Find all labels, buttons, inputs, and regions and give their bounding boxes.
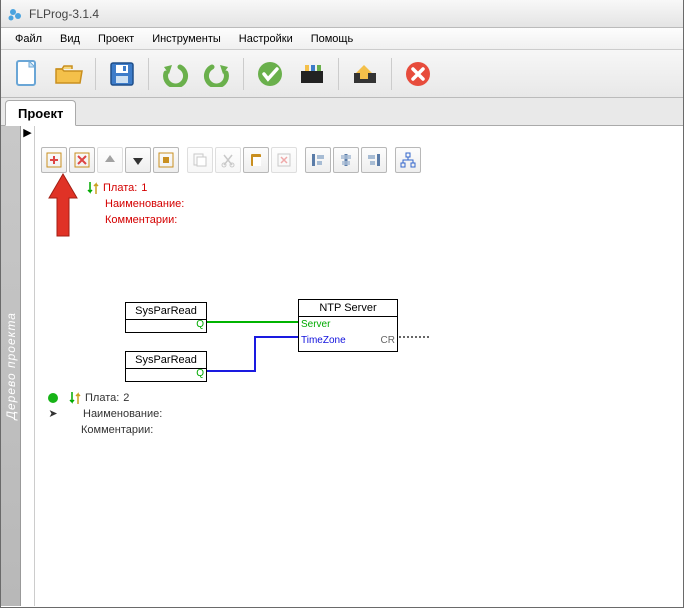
menu-project[interactable]: Проект <box>90 31 142 47</box>
move-down-button[interactable] <box>125 147 151 173</box>
menu-file[interactable]: Файл <box>7 31 50 47</box>
pin-timezone[interactable]: TimeZone <box>301 335 346 346</box>
status-dot-icon <box>47 392 59 404</box>
toolbar-separator <box>338 58 339 90</box>
tab-project[interactable]: Проект <box>5 100 76 126</box>
pin-cr[interactable]: CR <box>381 335 395 346</box>
board1-comment-label: Комментарии: <box>105 212 177 228</box>
cut-button[interactable] <box>215 147 241 173</box>
check-button[interactable] <box>252 56 288 92</box>
app-window: FLProg-3.1.4 Файл Вид Проект Инструменты… <box>0 0 684 608</box>
toolbar-separator <box>95 58 96 90</box>
sidebar-label: Дерево проекта <box>4 312 18 419</box>
menu-help[interactable]: Помощь <box>303 31 362 47</box>
block-title: SysParRead <box>126 352 206 369</box>
upload-button[interactable] <box>347 56 383 92</box>
board1-name-label: Наименование: <box>105 196 184 212</box>
canvas[interactable]: Плата: 1 Наименование: Комментарии: <box>35 126 683 606</box>
board2-plate-label: Плата: <box>85 390 119 406</box>
redo-button[interactable] <box>199 56 235 92</box>
pin-q[interactable]: Q <box>196 368 204 379</box>
pin-q[interactable]: Q <box>196 319 204 330</box>
board1-plate-label: Плата: <box>103 180 137 196</box>
tab-strip: Проект <box>1 98 683 126</box>
annotation-arrow-icon <box>45 170 81 240</box>
toolbar-separator <box>391 58 392 90</box>
copy-button[interactable] <box>187 147 213 173</box>
gutter: ▶ <box>21 126 35 606</box>
block-sysparread-1[interactable]: SysParRead Q <box>125 302 207 333</box>
pin-server[interactable]: Server <box>301 319 330 330</box>
main-toolbar <box>1 50 683 98</box>
paste-button[interactable] <box>243 147 269 173</box>
titlebar: FLProg-3.1.4 <box>1 0 683 28</box>
toolbar-separator <box>148 58 149 90</box>
align-right-button[interactable] <box>361 147 387 173</box>
board2-plate-num: 2 <box>123 390 129 406</box>
align-center-button[interactable] <box>333 147 359 173</box>
delete-button[interactable] <box>271 147 297 173</box>
save-button[interactable] <box>104 56 140 92</box>
canvas-toolbar <box>41 146 423 174</box>
cursor-icon: ➤ <box>47 406 59 422</box>
new-button[interactable] <box>9 56 45 92</box>
block-title: SysParRead <box>126 303 206 320</box>
block-title: NTP Server <box>299 300 397 317</box>
block-sysparread-2[interactable]: SysParRead Q <box>125 351 207 382</box>
block-ntp-server[interactable]: NTP Server Server TimeZone CR <box>298 299 398 352</box>
workspace: Дерево проекта ▶ <box>1 126 683 606</box>
expand-marker-icon[interactable]: ▶ <box>21 128 34 139</box>
compile-button[interactable] <box>294 56 330 92</box>
sort-icon <box>87 180 99 196</box>
undo-button[interactable] <box>157 56 193 92</box>
open-button[interactable] <box>51 56 87 92</box>
align-left-button[interactable] <box>305 147 331 173</box>
board2-comment-label: Комментарии: <box>81 422 153 438</box>
menu-tools[interactable]: Инструменты <box>144 31 229 47</box>
board2-name-label: Наименование: <box>83 406 162 422</box>
toolbar-separator <box>243 58 244 90</box>
edit-board-button[interactable] <box>153 147 179 173</box>
close-button[interactable] <box>400 56 436 92</box>
menu-settings[interactable]: Настройки <box>231 31 301 47</box>
menubar: Файл Вид Проект Инструменты Настройки По… <box>1 28 683 50</box>
window-title: FLProg-3.1.4 <box>29 7 99 21</box>
board2-info: Плата: 2 ➤ Наименование: Комментарии: <box>47 390 162 438</box>
menu-view[interactable]: Вид <box>52 31 88 47</box>
sort-icon <box>69 390 81 406</box>
board1-info: Плата: 1 Наименование: Комментарии: <box>87 180 184 228</box>
app-icon <box>7 6 23 22</box>
move-up-button[interactable] <box>97 147 123 173</box>
board1-plate-num: 1 <box>141 180 147 196</box>
hierarchy-button[interactable] <box>395 147 421 173</box>
project-tree-sidebar[interactable]: Дерево проекта <box>1 126 21 606</box>
